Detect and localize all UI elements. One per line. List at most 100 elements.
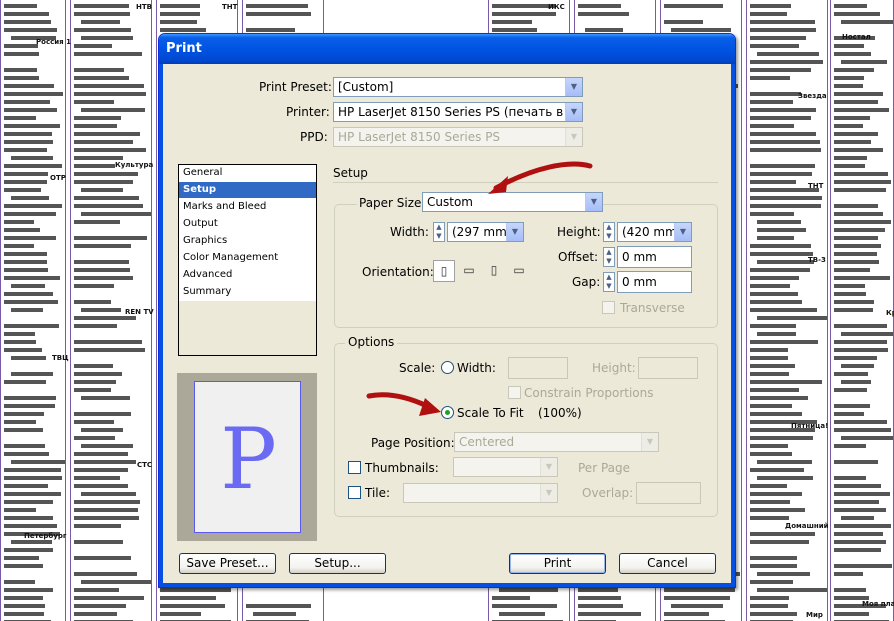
scale-height-field[interactable]: [638, 357, 698, 379]
thumbnails-select[interactable]: ▼: [453, 457, 558, 477]
background-text-line: [74, 164, 115, 168]
frame-bottom: [159, 583, 735, 587]
background-channel-label: Звезда: [798, 92, 827, 100]
reverse-landscape-orientation-icon[interactable]: ▭: [508, 260, 530, 282]
background-text-line: [4, 252, 47, 256]
background-text-line: [834, 428, 891, 432]
chevron-down-icon: ▼: [540, 484, 557, 502]
background-text-line: [74, 364, 113, 368]
tile-checkbox[interactable]: [348, 486, 361, 499]
nav-item-marks-and-bleed[interactable]: Marks and Bleed: [179, 199, 316, 216]
background-text-line: [74, 460, 136, 464]
background-text-line: [834, 100, 878, 104]
background-text-line: [74, 436, 115, 440]
background-text-line: [74, 380, 116, 384]
nav-item-color-management[interactable]: Color Management: [179, 250, 316, 267]
nav-item-setup[interactable]: Setup: [179, 182, 316, 199]
offset-value: 0 mm: [622, 250, 657, 264]
background-text-line: [81, 580, 151, 584]
printer-select[interactable]: HP LaserJet 8150 Series PS (печать в фа …: [333, 102, 583, 122]
background-text-line: [4, 132, 52, 136]
scale-width-field[interactable]: [508, 357, 568, 379]
chevron-down-icon: ▼: [674, 223, 691, 241]
background-text-line: [834, 12, 880, 16]
background-channel-label: ТВ-3: [808, 256, 826, 264]
background-text-line: [74, 388, 111, 392]
page-position-select[interactable]: Centered ▼: [454, 432, 659, 452]
background-text-line: [841, 516, 874, 520]
reverse-portrait-orientation-icon[interactable]: ▯: [483, 260, 505, 282]
background-text-line: [4, 92, 63, 96]
background-text-line: [834, 532, 883, 536]
background-text-line: [757, 260, 814, 264]
overlap-field[interactable]: [636, 482, 701, 504]
portrait-orientation-icon[interactable]: ▯: [433, 260, 455, 282]
tile-select[interactable]: ▼: [403, 483, 558, 503]
background-text-line: [750, 444, 788, 448]
title-bar[interactable]: Print: [159, 34, 735, 64]
save-preset-button[interactable]: Save Preset...: [179, 553, 276, 574]
background-text-line: [4, 516, 53, 520]
background-text-line: [750, 348, 788, 352]
nav-item-graphics[interactable]: Graphics: [179, 233, 316, 250]
background-text-line: [834, 132, 878, 136]
background-channel-label: Пятница!: [791, 422, 829, 430]
nav-item-summary[interactable]: Summary: [179, 284, 316, 301]
gap-field[interactable]: 0 mm: [617, 271, 692, 293]
background-text-line: [834, 572, 863, 576]
background-text-line: [4, 212, 56, 216]
nav-item-output[interactable]: Output: [179, 216, 316, 233]
background-text-line: [834, 268, 870, 272]
landscape-orientation-icon[interactable]: ▭: [458, 260, 480, 282]
offset-field[interactable]: 0 mm: [617, 246, 692, 268]
setup-button[interactable]: Setup...: [289, 553, 386, 574]
background-text-line: [11, 308, 43, 312]
background-text-line: [11, 196, 49, 200]
background-text-line: [74, 156, 123, 160]
gap-stepper[interactable]: ▲ ▼: [603, 272, 615, 292]
background-channel-label: ИКС: [548, 3, 565, 11]
background-text-line: [74, 348, 145, 352]
background-text-line: [834, 420, 887, 424]
offset-stepper[interactable]: ▲ ▼: [603, 247, 615, 267]
height-select[interactable]: (420 mm ▼: [617, 222, 692, 242]
background-text-line: [757, 316, 827, 320]
thumbnails-checkbox[interactable]: [348, 461, 361, 474]
background-text-line: [750, 212, 794, 216]
background-text-line: [74, 572, 137, 576]
background-text-line: [74, 476, 120, 480]
chevron-down-icon: ▼: [641, 433, 658, 451]
nav-item-general[interactable]: General: [179, 165, 316, 182]
background-text-line: [834, 412, 864, 416]
constrain-proportions-checkbox[interactable]: [508, 386, 521, 399]
background-text-line: [834, 348, 888, 352]
print-preset-label: Print Preset:: [259, 80, 332, 94]
ppd-select[interactable]: HP LaserJet 8150 Series PS ▼: [333, 127, 583, 147]
scale-width-radio[interactable]: [441, 361, 454, 374]
print-preset-select[interactable]: [Custom] ▼: [333, 77, 583, 97]
transverse-checkbox[interactable]: [602, 301, 615, 314]
background-text-line: [160, 12, 200, 16]
cancel-button[interactable]: Cancel: [619, 553, 716, 574]
width-stepper[interactable]: ▲ ▼: [433, 222, 445, 242]
background-text-line: [4, 348, 42, 352]
background-text-line: [246, 604, 311, 608]
background-text-line: [492, 604, 557, 608]
nav-item-advanced[interactable]: Advanced: [179, 267, 316, 284]
background-text-line: [750, 308, 817, 312]
paper-size-label: Paper Size:: [357, 196, 428, 210]
background-text-line: [750, 244, 811, 248]
height-stepper[interactable]: ▲ ▼: [603, 222, 615, 242]
background-text-line: [74, 524, 121, 528]
print-button[interactable]: Print: [509, 553, 606, 574]
background-text-line: [834, 492, 890, 496]
background-text-line: [160, 604, 225, 608]
background-text-line: [834, 324, 887, 328]
background-text-line: [4, 292, 53, 296]
background-text-line: [750, 92, 801, 96]
background-text-line: [160, 612, 201, 616]
background-text-line: [4, 12, 49, 16]
thumbnails-label: Thumbnails:: [365, 461, 439, 475]
background-text-line: [757, 220, 801, 224]
width-select[interactable]: (297 mm ▼: [447, 222, 524, 242]
